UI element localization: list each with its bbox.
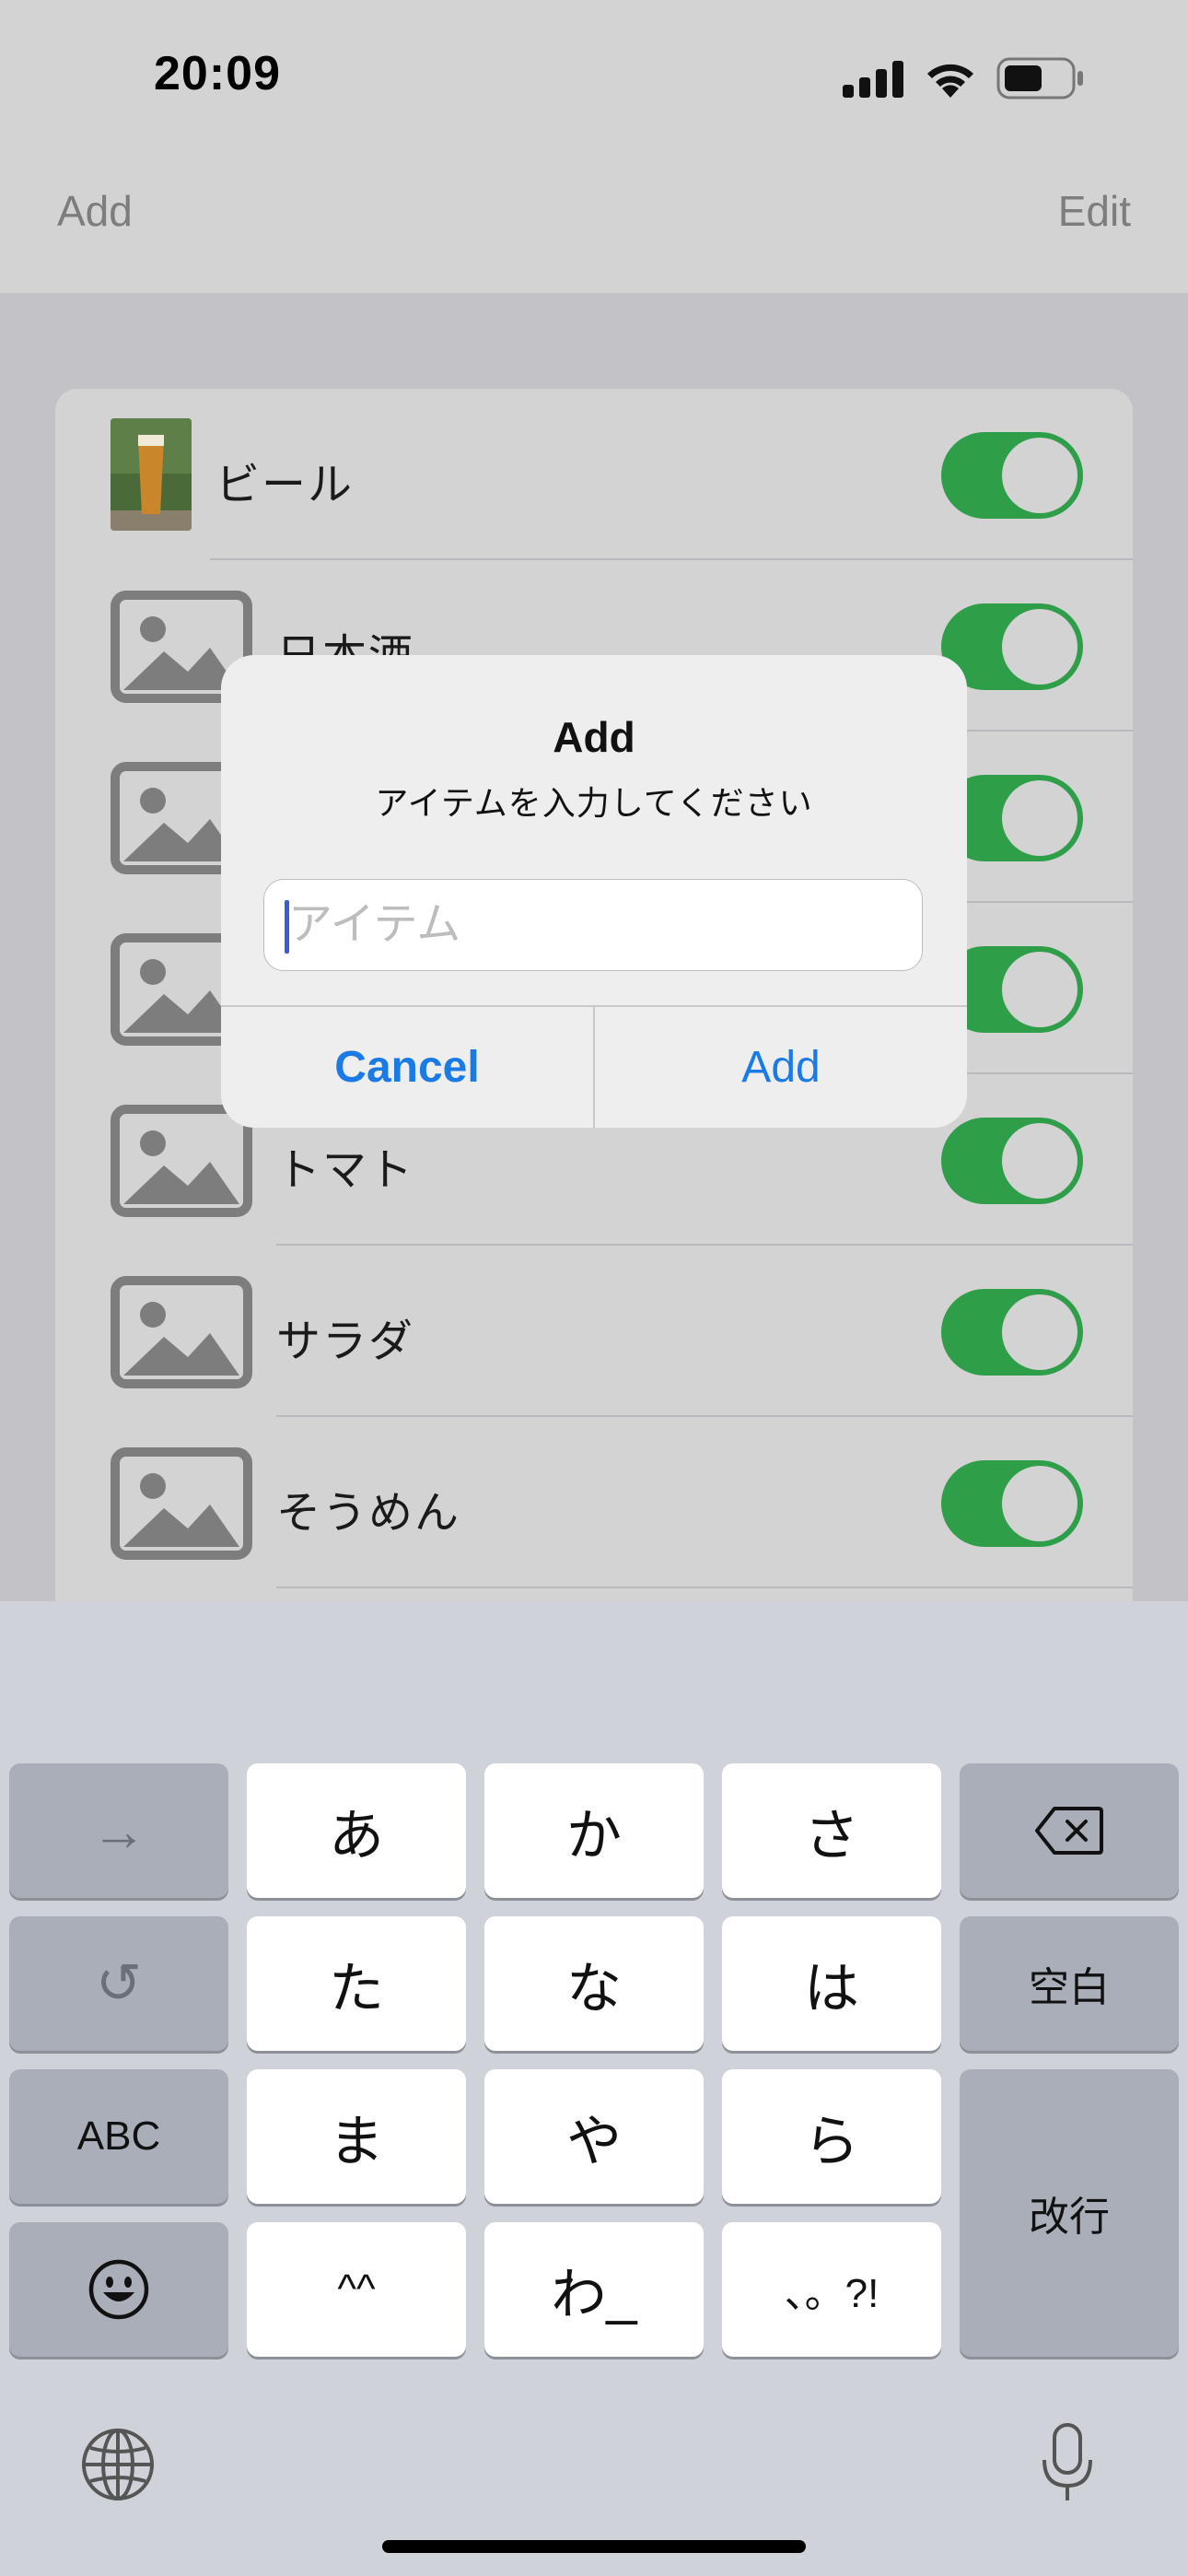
toggle-knob bbox=[1002, 780, 1077, 856]
key-wa[interactable]: わ_ bbox=[484, 2222, 704, 2357]
list-item[interactable]: そうめん bbox=[55, 1417, 1133, 1588]
list-item-label: サラダ bbox=[276, 1317, 415, 1366]
space-key[interactable]: 空白 bbox=[960, 1916, 1179, 2051]
battery-icon bbox=[996, 57, 1083, 100]
alert-title: Add bbox=[553, 713, 635, 761]
alert-message: アイテムを入力してください bbox=[375, 784, 813, 822]
text-caret bbox=[285, 900, 289, 954]
toggle-knob bbox=[1002, 609, 1077, 685]
row-separator bbox=[276, 1587, 1133, 1588]
japanese-kana-keyboard: → あ か さ ↺ た な は 空白 ABC ま や ら 改行 ^^ わ_ 、。… bbox=[0, 1601, 1188, 2576]
toggle-knob bbox=[1002, 952, 1077, 1027]
list-item-label: そうめん bbox=[276, 1489, 461, 1538]
add-item-alert: Add アイテムを入力してください Cancel Add bbox=[221, 655, 967, 1128]
beer-photo bbox=[111, 418, 192, 531]
undo-key[interactable]: ↺ bbox=[9, 1916, 228, 2051]
enabled-toggle[interactable] bbox=[941, 432, 1083, 519]
navigation-bar: Add Edit bbox=[0, 157, 1188, 293]
list-item[interactable]: ビール bbox=[55, 389, 1133, 560]
wifi-icon bbox=[927, 64, 973, 98]
key-ya[interactable]: や bbox=[484, 2069, 704, 2204]
emoticon-key[interactable]: ^^ bbox=[247, 2222, 466, 2357]
status-time: 20:09 bbox=[154, 47, 281, 100]
toggle-knob bbox=[1002, 438, 1077, 513]
key-ra[interactable]: ら bbox=[722, 2069, 941, 2204]
list-item-label: トマト bbox=[276, 1146, 415, 1195]
nav-edit-button[interactable]: Edit bbox=[1058, 186, 1131, 236]
enabled-toggle[interactable] bbox=[941, 1118, 1083, 1204]
microphone-icon[interactable] bbox=[1039, 2421, 1096, 2504]
emoji-icon bbox=[88, 2259, 149, 2320]
home-indicator bbox=[382, 2540, 806, 2553]
punctuation-key[interactable]: 、。?! bbox=[722, 2222, 941, 2357]
list-item-label: ビール bbox=[215, 461, 355, 509]
enabled-toggle[interactable] bbox=[941, 1460, 1083, 1547]
item-input[interactable] bbox=[283, 880, 914, 968]
status-bar: 20:09 bbox=[0, 0, 1188, 157]
key-ta[interactable]: た bbox=[247, 1916, 466, 2051]
toggle-knob bbox=[1002, 1294, 1077, 1370]
return-key[interactable]: 改行 bbox=[960, 2069, 1179, 2357]
toggle-knob bbox=[1002, 1466, 1077, 1541]
key-sa[interactable]: さ bbox=[722, 1763, 941, 1898]
cellular-signal-icon bbox=[843, 61, 903, 98]
add-confirm-button[interactable]: Add bbox=[595, 1007, 967, 1128]
photo-placeholder-icon bbox=[111, 1447, 252, 1560]
key-ha[interactable]: は bbox=[722, 1916, 941, 2051]
next-candidate-arrow-key[interactable]: → bbox=[9, 1763, 228, 1898]
delete-backward-icon bbox=[1035, 1807, 1103, 1855]
globe-icon[interactable] bbox=[79, 2426, 157, 2503]
enabled-toggle[interactable] bbox=[941, 1289, 1083, 1376]
key-na[interactable]: な bbox=[484, 1916, 704, 2051]
toggle-knob bbox=[1002, 1123, 1077, 1199]
abc-key[interactable]: ABC bbox=[9, 2069, 228, 2204]
emoji-key[interactable] bbox=[9, 2222, 228, 2357]
key-ka[interactable]: か bbox=[484, 1763, 704, 1898]
nav-add-button[interactable]: Add bbox=[57, 186, 133, 236]
delete-key[interactable] bbox=[960, 1763, 1179, 1898]
cancel-button[interactable]: Cancel bbox=[221, 1007, 593, 1128]
key-a[interactable]: あ bbox=[247, 1763, 466, 1898]
list-item[interactable]: サラダ bbox=[55, 1246, 1133, 1417]
photo-placeholder-icon bbox=[111, 1276, 252, 1388]
key-ma[interactable]: ま bbox=[247, 2069, 466, 2204]
item-text-field[interactable] bbox=[263, 879, 923, 971]
